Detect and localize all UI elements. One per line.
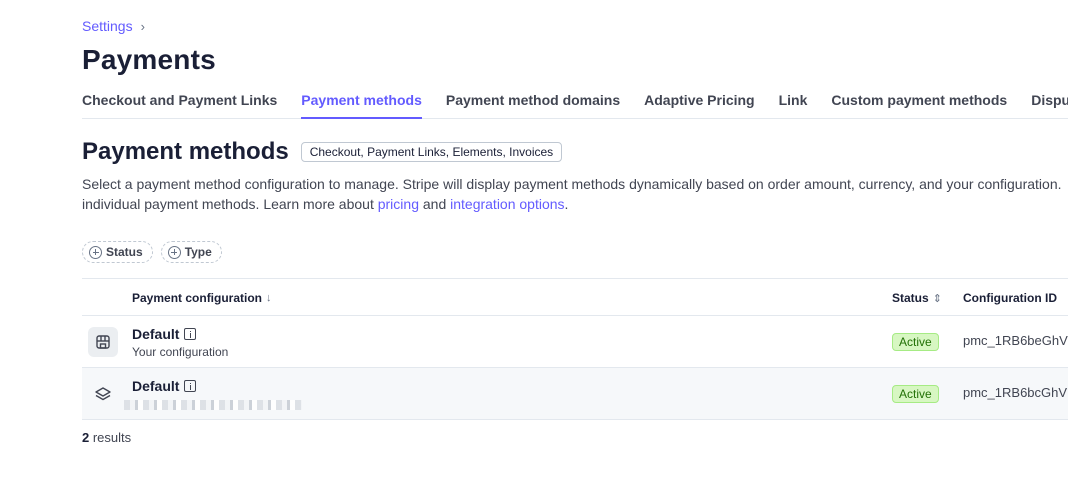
plus-circle-icon <box>89 245 102 259</box>
type-filter-button[interactable]: Type <box>160 241 222 263</box>
configuration-name-text: Default <box>132 378 180 394</box>
description-period: . <box>564 196 569 212</box>
section-header: Payment methods Checkout, Payment Links,… <box>82 138 563 166</box>
section-title: Payment methods <box>82 138 289 165</box>
plus-circle-icon <box>167 245 181 259</box>
pricing-link[interactable]: pricing <box>378 196 419 212</box>
description-line-1: Select a payment method configuration to… <box>82 176 1062 192</box>
status-badge: Active <box>892 385 939 403</box>
section-description: Select a payment method configuration to… <box>82 174 1068 214</box>
configuration-name-text: Default <box>132 326 180 342</box>
info-icon[interactable] <box>184 328 197 340</box>
configuration-name: Default <box>132 326 197 342</box>
breadcrumb: Settings › <box>82 18 145 34</box>
sort-descending-icon: ↓ <box>266 292 272 304</box>
table-row[interactable]: Default Your configuration Active pmc_1R… <box>82 316 1068 368</box>
tab-payment-methods[interactable]: Payment methods <box>301 84 422 119</box>
column-label-status: Status <box>892 291 929 305</box>
breadcrumb-settings-link[interactable]: Settings <box>82 18 133 34</box>
status-filter-label: Status <box>106 245 143 259</box>
column-header-payment-configuration[interactable]: Payment configuration ↓ <box>132 291 272 305</box>
tab-payment-method-domains[interactable]: Payment method domains <box>446 84 620 117</box>
tab-link[interactable]: Link <box>779 84 808 117</box>
results-label: results <box>89 430 132 445</box>
column-label-payment-configuration: Payment configuration <box>132 291 263 305</box>
filter-bar: Status Type <box>82 241 222 263</box>
tab-disputes[interactable]: Disputes <box>1031 84 1068 117</box>
configuration-id: pmc_1RB6beGhV <box>963 333 1068 348</box>
status-filter-button[interactable]: Status <box>82 241 153 263</box>
configuration-name: Default <box>132 378 197 394</box>
redacted-subtitle <box>124 400 302 410</box>
table-header: Payment configuration ↓ Status ⇕ Configu… <box>82 278 1068 316</box>
layers-icon <box>88 379 118 409</box>
column-header-status[interactable]: Status ⇕ <box>892 291 942 305</box>
type-filter-label: Type <box>184 245 212 259</box>
description-line-2-prefix: individual payment methods. Learn more a… <box>82 196 378 212</box>
configuration-subtitle: Your configuration <box>132 345 229 359</box>
description-and: and <box>418 196 451 212</box>
tab-checkout-and-payment-links[interactable]: Checkout and Payment Links <box>82 84 277 117</box>
status-badge: Active <box>892 333 939 351</box>
info-icon[interactable] <box>184 380 197 392</box>
results-count: 2 results <box>82 430 131 445</box>
storefront-icon <box>88 327 118 357</box>
page-title: Payments <box>82 44 216 75</box>
chevron-right-icon: › <box>140 18 145 34</box>
products-badge: Checkout, Payment Links, Elements, Invoi… <box>300 142 563 162</box>
column-header-configuration-id: Configuration ID <box>963 291 1057 305</box>
tab-custom-payment-methods[interactable]: Custom payment methods <box>831 84 1007 117</box>
configuration-id: pmc_1RB6bcGhV <box>963 385 1068 400</box>
sort-icon: ⇕ <box>932 292 942 305</box>
integration-options-link[interactable]: integration options <box>450 196 564 212</box>
column-label-configuration-id: Configuration ID <box>963 291 1057 305</box>
payment-configurations-table: Payment configuration ↓ Status ⇕ Configu… <box>82 278 1068 420</box>
table-row[interactable]: Default Active pmc_1RB6bcGhV <box>82 368 1068 420</box>
tab-adaptive-pricing[interactable]: Adaptive Pricing <box>644 84 754 117</box>
settings-tabs: Checkout and Payment Links Payment metho… <box>82 84 1068 119</box>
